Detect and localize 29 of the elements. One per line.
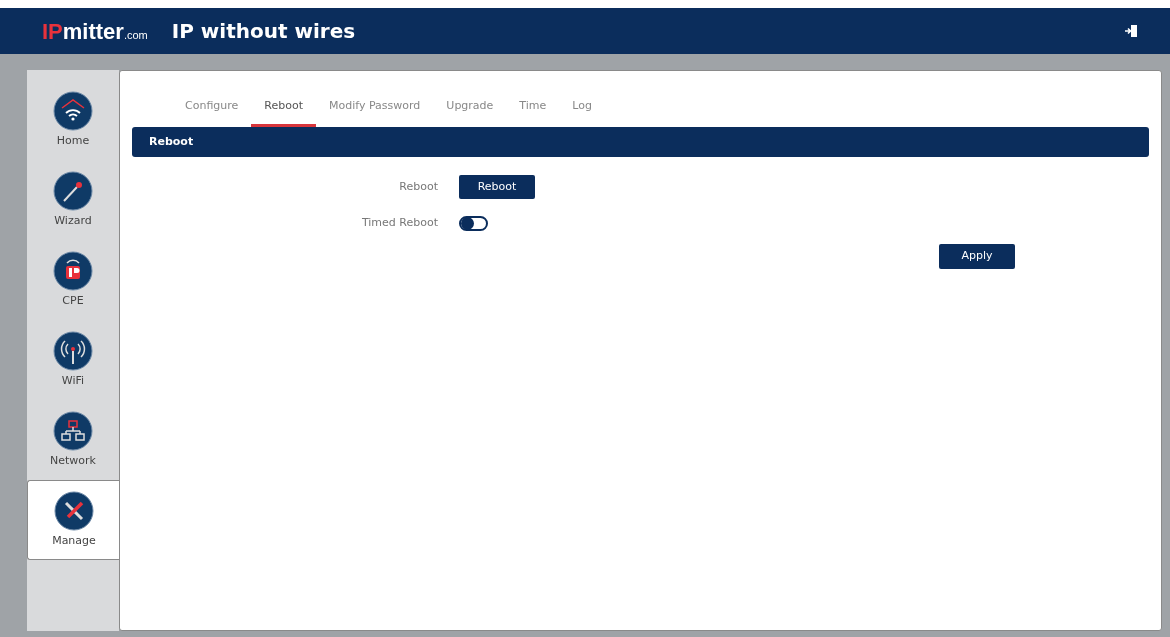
home-icon <box>53 90 93 131</box>
field-label: Timed Reboot <box>360 215 438 231</box>
sidebar-label: CPE <box>62 292 84 309</box>
logo: IPmitter.com <box>42 17 148 46</box>
section-title: Reboot <box>149 133 194 150</box>
tab[interactable]: Log <box>559 89 605 127</box>
tab[interactable]: Modify Password <box>316 89 434 127</box>
sidebar-label: Network <box>50 452 96 469</box>
sidebar-label: Wizard <box>54 212 92 229</box>
sidebar-label: Manage <box>52 532 96 549</box>
reboot-button[interactable]: Reboot <box>459 175 535 199</box>
sidebar-item[interactable]: CPE <box>27 240 119 320</box>
sidebar-item[interactable]: Network <box>27 400 119 480</box>
sidebar-label: WiFi <box>61 372 85 389</box>
tab[interactable]: Upgrade <box>433 89 507 127</box>
sidebar-item[interactable]: Manage <box>27 480 120 560</box>
tab[interactable]: Configure <box>172 89 252 127</box>
page-title: IP without wires <box>171 18 356 45</box>
apply-button[interactable]: Apply <box>939 243 1015 269</box>
sidebar-item[interactable]: WiFi <box>27 320 119 400</box>
network-icon <box>53 410 93 451</box>
toggle-switch[interactable] <box>459 215 488 231</box>
sidebar-item[interactable]: Wizard <box>27 160 119 240</box>
tab[interactable]: Time <box>506 89 560 127</box>
sidebar-label: Home <box>56 132 90 149</box>
field-label: Reboot <box>398 178 438 195</box>
sidebar-item[interactable]: Home <box>27 80 119 160</box>
wifi-icon <box>53 330 93 371</box>
exit-icon[interactable] <box>1124 24 1138 38</box>
